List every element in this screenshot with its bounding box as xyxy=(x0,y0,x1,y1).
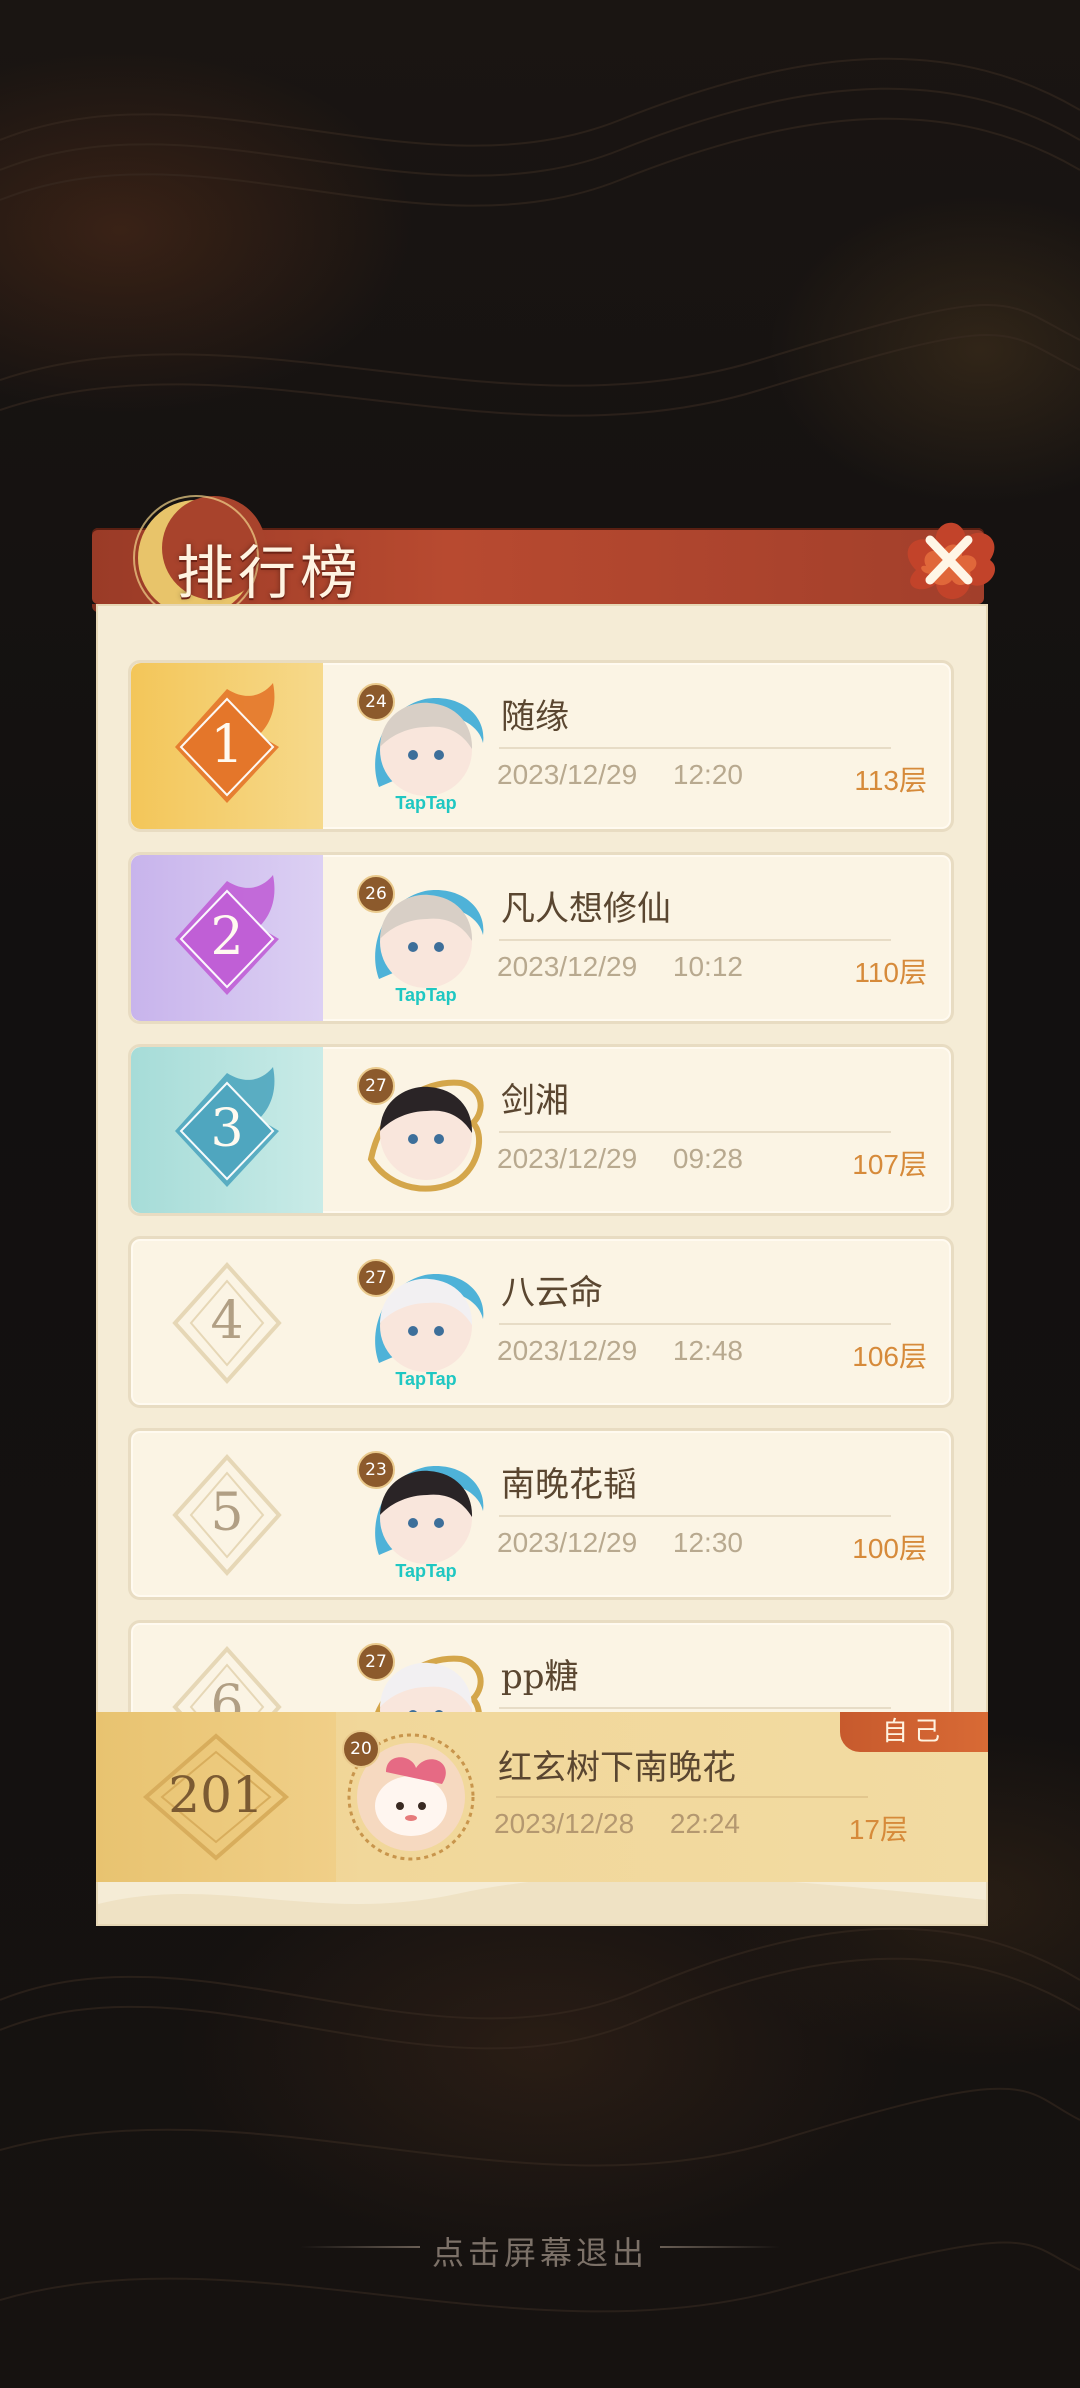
row-divider xyxy=(499,1707,891,1709)
player-name: 随缘 xyxy=(501,697,569,737)
self-tag: 自己 xyxy=(840,1712,988,1752)
level-badge: 27 xyxy=(357,1259,395,1297)
close-button[interactable] xyxy=(886,500,1006,610)
rank-row[interactable]: 2 TapTap 26 凡人想修仙 2023/12/29 10:12 110层 xyxy=(128,852,954,1024)
page-title: 排行榜 xyxy=(176,539,363,607)
rank-row[interactable]: 1 TapTap 24 随缘 2023/12/29 12:20 113层 xyxy=(128,660,954,832)
rank-cell: 2 xyxy=(131,855,323,1021)
level-badge: 23 xyxy=(357,1451,395,1489)
rank-row[interactable]: 4 TapTap 27 八云命 2023/12/29 12:48 106层 xyxy=(128,1236,954,1408)
rank-cell: 3 xyxy=(131,1047,323,1213)
player-name: 剑湘 xyxy=(501,1081,569,1121)
floor-count: 113层 xyxy=(854,765,927,796)
level-badge: 27 xyxy=(357,1067,395,1105)
level-badge: 26 xyxy=(357,875,395,913)
floor-count: 107层 xyxy=(852,1149,927,1180)
row-divider xyxy=(499,1323,891,1325)
level-badge: 27 xyxy=(357,1643,395,1681)
exit-hint[interactable]: 点击屏幕退出 xyxy=(0,2228,1080,2274)
rank-number: 5 xyxy=(210,1483,244,1543)
svg-text:TapTap: TapTap xyxy=(395,985,456,1005)
record-timestamp: 2023/12/29 10:12 xyxy=(497,951,743,982)
floor-count: 100层 xyxy=(852,1533,927,1564)
self-floor: 17层 xyxy=(848,1814,908,1845)
self-timestamp: 2023/12/28 22:24 xyxy=(494,1808,740,1839)
self-name: 红玄树下南晚花 xyxy=(498,1748,736,1788)
floor-count: 106层 xyxy=(852,1341,927,1372)
row-divider xyxy=(499,1131,891,1133)
record-timestamp: 2023/12/29 12:20 xyxy=(497,759,743,790)
record-timestamp: 2023/12/29 12:48 xyxy=(497,1335,743,1366)
svg-text:TapTap: TapTap xyxy=(395,1369,456,1389)
self-rank-number: 201 xyxy=(168,1766,264,1824)
row-divider xyxy=(499,939,891,941)
floor-count: 110层 xyxy=(854,957,927,988)
rank-number: 2 xyxy=(210,907,244,967)
rank-row[interactable]: 3 27 剑湘 2023/12/29 09:28 107层 xyxy=(128,1044,954,1216)
self-divider xyxy=(496,1796,868,1798)
svg-text:TapTap: TapTap xyxy=(395,793,456,813)
player-name: pp糖 xyxy=(501,1657,579,1697)
player-name: 凡人想修仙 xyxy=(501,889,671,929)
level-badge: 24 xyxy=(357,683,395,721)
player-name: 南晚花韬 xyxy=(501,1465,637,1505)
self-rank-cell: 201 xyxy=(96,1712,336,1882)
rank-number: 3 xyxy=(210,1099,244,1159)
self-rank-row[interactable]: 201 20 红玄树下南晚花 2023/12/28 22:24 17层 自己 xyxy=(96,1712,988,1882)
svg-text:TapTap: TapTap xyxy=(395,1561,456,1581)
rank-cell: 4 xyxy=(131,1239,323,1405)
self-level-badge: 20 xyxy=(342,1730,380,1768)
row-divider xyxy=(499,1515,891,1517)
row-divider xyxy=(499,747,891,749)
rank-number: 4 xyxy=(210,1291,244,1351)
record-timestamp: 2023/12/29 09:28 xyxy=(497,1143,743,1174)
rank-row[interactable]: 5 TapTap 23 南晚花韬 2023/12/29 12:30 100层 xyxy=(128,1428,954,1600)
player-name: 八云命 xyxy=(501,1273,603,1313)
rank-cell: 1 xyxy=(131,663,323,829)
rank-number: 1 xyxy=(210,715,244,775)
rank-cell: 5 xyxy=(131,1431,323,1597)
record-timestamp: 2023/12/29 12:30 xyxy=(497,1527,743,1558)
